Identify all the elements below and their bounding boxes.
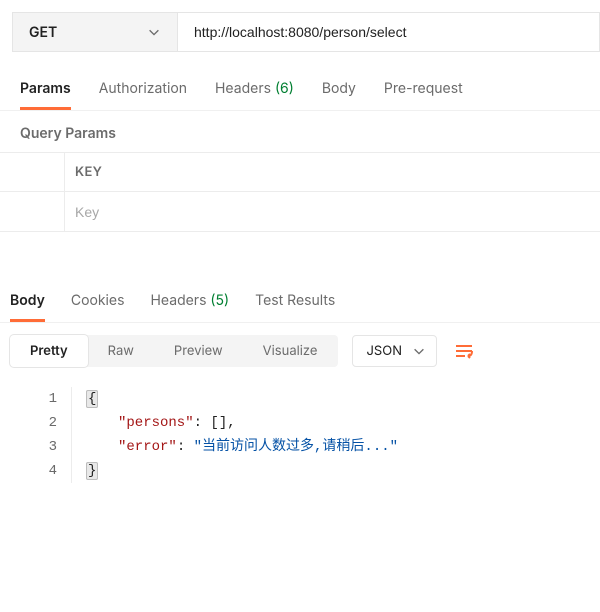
- response-code[interactable]: 1 2 3 4 { "persons": [], "error": "当前访问人…: [0, 379, 600, 483]
- response-tabs: Body Cookies Headers (5) Test Results: [0, 286, 600, 323]
- tab-headers[interactable]: Headers (6): [215, 80, 294, 110]
- request-tabs: Params Authorization Headers (6) Body Pr…: [0, 60, 600, 111]
- format-label: JSON: [367, 343, 403, 359]
- resp-tab-cookies[interactable]: Cookies: [71, 286, 125, 322]
- param-key-input[interactable]: [64, 192, 600, 231]
- query-params-label: Query Params: [0, 111, 600, 152]
- tab-authorization[interactable]: Authorization: [99, 80, 187, 110]
- tab-params[interactable]: Params: [20, 80, 71, 110]
- response-toolbar: Pretty Raw Preview Visualize JSON: [0, 323, 600, 379]
- chevron-down-icon: [147, 25, 161, 39]
- response-format-select[interactable]: JSON: [352, 335, 438, 367]
- query-params-table: KEY: [0, 152, 600, 232]
- resp-tab-body[interactable]: Body: [10, 286, 45, 322]
- chevron-down-icon: [412, 344, 426, 358]
- column-key-header: KEY: [64, 153, 600, 191]
- view-visualize-button[interactable]: Visualize: [243, 335, 338, 367]
- wrap-icon: [454, 342, 474, 360]
- tab-pre-request[interactable]: Pre-request: [384, 80, 463, 110]
- view-preview-button[interactable]: Preview: [154, 335, 243, 367]
- http-method-value: GET: [29, 24, 57, 41]
- view-pretty-button[interactable]: Pretty: [10, 335, 88, 367]
- view-mode-group: Pretty Raw Preview Visualize: [10, 335, 338, 367]
- url-input[interactable]: [178, 12, 600, 52]
- resp-headers-count: (5): [210, 292, 229, 309]
- resp-tab-test-results[interactable]: Test Results: [255, 286, 335, 322]
- wrap-lines-button[interactable]: [451, 335, 477, 367]
- http-method-select[interactable]: GET: [12, 12, 178, 52]
- code-lines: { "persons": [], "error": "当前访问人数过多,请稍后.…: [72, 387, 398, 483]
- headers-count: (6): [275, 80, 294, 97]
- resp-tab-headers[interactable]: Headers (5): [151, 286, 230, 322]
- brace-close: }: [86, 462, 98, 480]
- view-raw-button[interactable]: Raw: [88, 335, 154, 367]
- line-gutter: 1 2 3 4: [0, 387, 72, 483]
- brace-open: {: [86, 390, 98, 408]
- tab-body[interactable]: Body: [322, 80, 356, 110]
